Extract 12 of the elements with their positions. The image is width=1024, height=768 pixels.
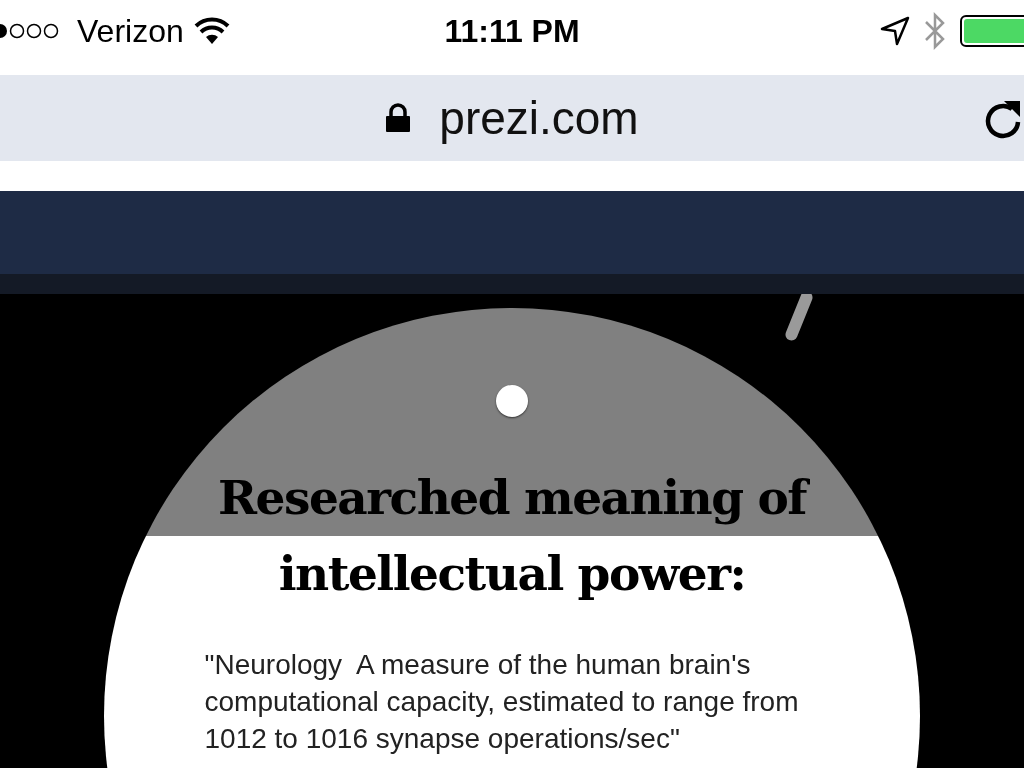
- slide-title: Researched meaning of intellectual power:: [172, 460, 852, 612]
- location-arrow-icon: [880, 16, 910, 46]
- wifi-icon: [193, 17, 230, 45]
- dot-icon: [496, 385, 528, 417]
- carrier-name: Verizon: [77, 12, 184, 50]
- clock-time: 11:11 PM: [444, 12, 580, 50]
- bluetooth-icon: [924, 12, 946, 50]
- url-text: prezi.com: [439, 91, 639, 145]
- quote-text: "Neurology A measure of the human brain's computational capacity, estimated to range from 1012 to 1016 synapse operations/sec": [203, 648, 800, 756]
- battery-icon: [960, 15, 1024, 47]
- lock-icon: [385, 103, 412, 133]
- address-bar[interactable]: prezi.com: [0, 75, 1024, 161]
